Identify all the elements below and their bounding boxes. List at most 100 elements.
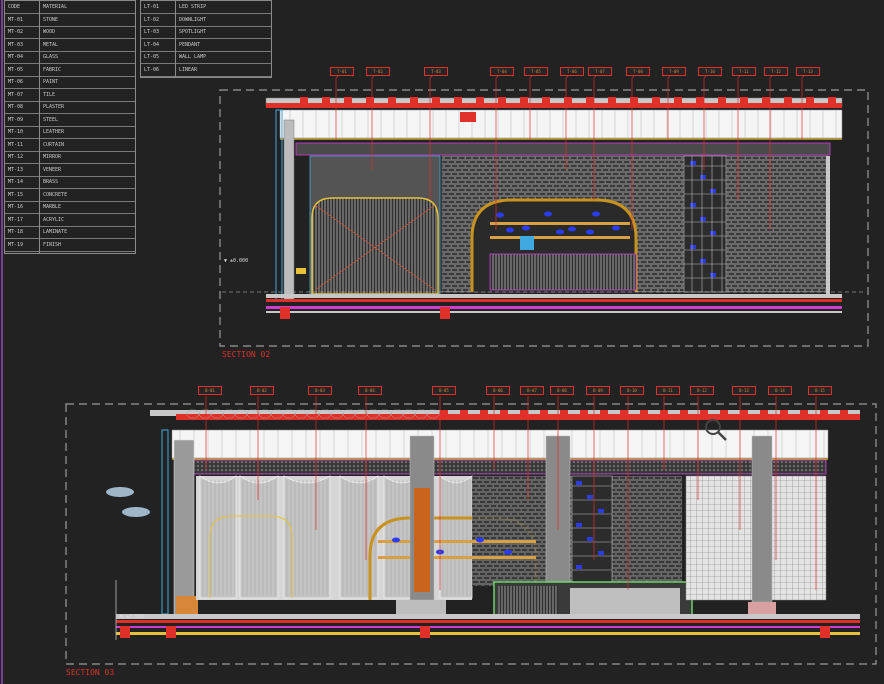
legend-code: MT-08: [8, 104, 24, 110]
legend-row: MT-08 PLASTER: [5, 101, 135, 114]
legend-code: LT-05: [144, 54, 160, 60]
callout-tag: T-07: [588, 67, 612, 76]
legend-code: MT-01: [8, 16, 24, 23]
legend-row: MT-17 ACRYLIC: [5, 214, 135, 227]
callout-tag: T-08: [626, 67, 650, 76]
legend-description: WALL LAMP: [179, 54, 207, 60]
section-02-title: SECTION 02: [222, 350, 271, 359]
legend-row: MT-11 CURTAIN: [5, 139, 135, 152]
level-mark-section-02: ▼ ±0.000: [224, 258, 249, 264]
legend-description: SPOTLIGHT: [179, 29, 207, 35]
legend-description: LEATHER: [43, 129, 65, 135]
callout-tag: B-13: [732, 386, 756, 395]
callout-tag: T-01: [330, 67, 354, 76]
callout-tag: B-03: [308, 386, 332, 395]
callout-tag: B-04: [358, 386, 382, 395]
callout-tag: T-04: [490, 67, 514, 76]
callout-tag: T-02: [366, 67, 390, 76]
legend-code: LT-03: [144, 29, 160, 35]
callout-tag: T-12: [764, 67, 788, 76]
legend-code: CODE: [8, 4, 21, 10]
legend-row: MT-01 STONE: [5, 14, 135, 27]
legend-row: LT-01 LED STRIP: [141, 1, 271, 14]
legend-code: MT-06: [8, 79, 24, 85]
legend-description: PENDANT: [179, 41, 201, 48]
legend-row: MT-03 METAL: [5, 39, 135, 52]
legend-description: TILE: [43, 91, 56, 98]
legend-row: MT-15 CONCRETE: [5, 189, 135, 202]
legend-code: LT-04: [144, 41, 160, 48]
legend-row: MT-12 MIRROR: [5, 151, 135, 164]
legend-code: MT-05: [8, 66, 24, 73]
legend-description: VENEER: [43, 166, 62, 173]
legend-code: MT-18: [8, 229, 24, 235]
callout-tag: B-06: [486, 386, 510, 395]
legend-description: ACRYLIC: [43, 216, 65, 223]
legend-row: MT-16 MARBLE: [5, 201, 135, 214]
section-03-title: SECTION 03: [66, 668, 115, 677]
legend-row: MT-05 FABRIC: [5, 64, 135, 77]
callout-tag: T-05: [524, 67, 548, 76]
legend-description: GLASS: [43, 54, 59, 60]
legend-description: STEEL: [43, 116, 59, 123]
legend-code: MT-10: [8, 129, 24, 135]
lighting-legend: LT-01 LED STRIP LT-02 DOWNLIGHT LT-03 SPOTLIG…: [140, 0, 272, 78]
level-mark-section-03: ▼ ±0.000: [120, 614, 145, 620]
legend-code: MT-09: [8, 116, 24, 123]
legend-row: CODE MATERIAL: [5, 1, 135, 14]
legend-code: MT-03: [8, 41, 24, 48]
legend-description: LINEAR: [179, 66, 198, 73]
legend-row: MT-18 LAMINATE: [5, 226, 135, 239]
legend-code: MT-13: [8, 166, 24, 173]
legend-description: LED STRIP: [179, 4, 207, 10]
callout-tag: B-07: [520, 386, 544, 395]
legend-description: LAMINATE: [43, 229, 68, 235]
callout-tag: T-10: [698, 67, 722, 76]
callout-tag: B-08: [550, 386, 574, 395]
legend-row: LT-05 WALL LAMP: [141, 51, 271, 64]
callout-tag: T-11: [732, 67, 756, 76]
legend-code: LT-06: [144, 66, 160, 73]
legend-row: MT-14 BRASS: [5, 176, 135, 189]
legend-code: MT-15: [8, 191, 24, 198]
legend-row: LT-03 SPOTLIGHT: [141, 26, 271, 39]
legend-description: WOOD: [43, 29, 56, 35]
legend-row: MT-13 VENEER: [5, 164, 135, 177]
cloud-icons: [106, 487, 150, 517]
legend-code: LT-01: [144, 4, 160, 10]
legend-description: MIRROR: [43, 154, 62, 160]
legend-row: LT-06 LINEAR: [141, 64, 271, 77]
section-02-drawing: [219, 73, 869, 347]
legend-description: DOWNLIGHT: [179, 16, 207, 23]
callout-tag: B-01: [198, 386, 222, 395]
callout-tag: B-14: [768, 386, 792, 395]
legend-description: CURTAIN: [43, 141, 65, 148]
legend-row: MT-10 LEATHER: [5, 126, 135, 139]
material-legend: CODE MATERIAL MT-01 STONE MT-02 WOOD MT-03 META…: [4, 0, 136, 254]
legend-description: FABRIC: [43, 66, 62, 73]
legend-row: MT-09 STEEL: [5, 114, 135, 127]
legend-row: LT-04 PENDANT: [141, 39, 271, 52]
legend-code: MT-02: [8, 29, 24, 35]
callout-tag: B-10: [620, 386, 644, 395]
callout-tag: B-12: [690, 386, 714, 395]
legend-row: LT-02 DOWNLIGHT: [141, 14, 271, 27]
legend-code: MT-16: [8, 204, 24, 210]
legend-row: MT-19 FINISH: [5, 239, 135, 252]
callout-tag: T-03: [424, 67, 448, 76]
callout-tag: B-11: [656, 386, 680, 395]
legend-description: MATERIAL: [43, 4, 68, 10]
legend-description: CONCRETE: [43, 191, 68, 198]
legend-row: MT-07 TILE: [5, 89, 135, 102]
callout-tag: B-15: [808, 386, 832, 395]
legend-code: MT-17: [8, 216, 24, 223]
legend-code: LT-02: [144, 16, 160, 23]
legend-description: PLASTER: [43, 104, 65, 110]
callout-tag: B-09: [586, 386, 610, 395]
legend-code: MT-11: [8, 141, 24, 148]
legend-code: MT-12: [8, 154, 24, 160]
legend-row: MT-02 WOOD: [5, 26, 135, 39]
legend-code: MT-19: [8, 241, 24, 248]
legend-description: STONE: [43, 16, 59, 23]
legend-code: MT-04: [8, 54, 24, 60]
